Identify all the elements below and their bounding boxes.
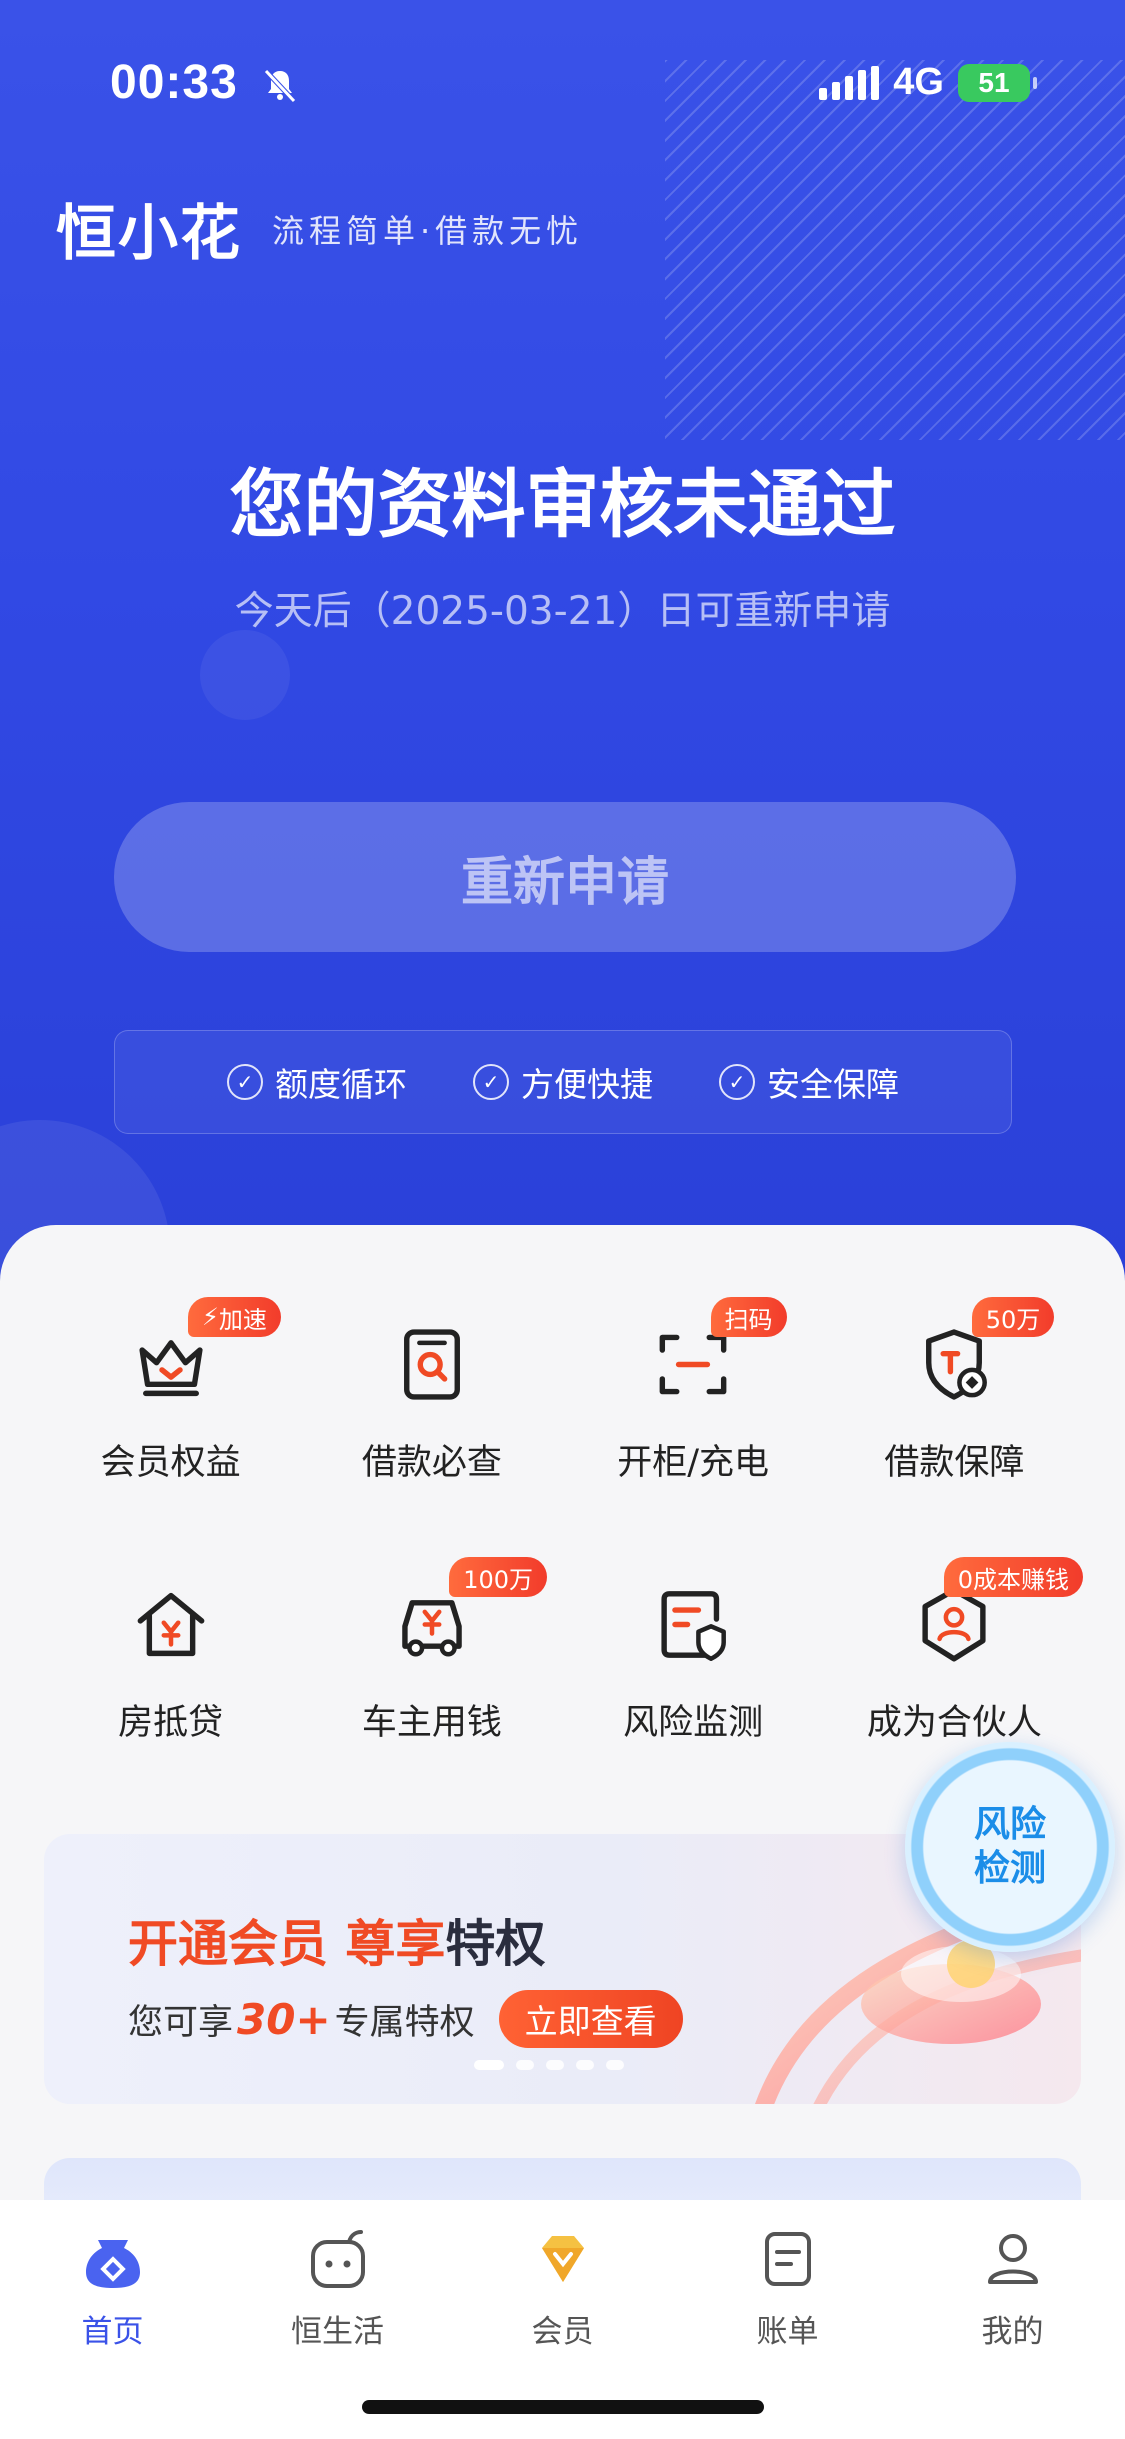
signal-icon <box>819 65 880 100</box>
tab-label: 账单 <box>756 2314 819 2350</box>
review-title: 您的资料审核未通过 <box>229 462 896 548</box>
service-become-partner[interactable]: 成为合伙人 0成本赚钱 <box>824 1545 1085 1745</box>
bell-muted-icon <box>264 69 296 103</box>
service-cabinet-charge[interactable]: 开柜/充电 扫码 <box>563 1285 824 1485</box>
status-right: 4G 51 <box>819 61 1037 104</box>
service-mortgage-loan[interactable]: 房抵贷 <box>40 1545 301 1745</box>
check-circle-icon: ✓ <box>227 1064 263 1100</box>
brand-header: 恒小花 流程简单·借款无忧 <box>56 185 583 272</box>
banner-subtitle: 您可享 30+ 专属特权 立即查看 <box>128 1990 683 2048</box>
risk-check-label: 风险 检测 <box>973 1804 1046 1889</box>
status-time: 00:33 <box>110 56 238 109</box>
feature-label: 额度循环 <box>275 1065 407 1104</box>
feature-item: ✓ 安全保障 <box>719 1058 899 1106</box>
battery-icon: 51 <box>958 63 1037 102</box>
features-bar: ✓ 额度循环 ✓ 方便快捷 ✓ 安全保障 <box>114 1030 1012 1134</box>
check-circle-icon: ✓ <box>473 1064 509 1100</box>
risk-check-float-button[interactable]: 风险 检测 <box>905 1742 1115 1952</box>
check-circle-icon: ✓ <box>719 1064 755 1100</box>
network-type: 4G <box>893 61 944 103</box>
home-icon <box>85 2240 140 2288</box>
feature-label: 方便快捷 <box>521 1065 653 1104</box>
service-label: 借款保障 <box>884 1443 1025 1483</box>
tab-label: 我的 <box>981 2314 1044 2350</box>
decor-circle-small <box>200 630 290 720</box>
service-badge: ⚡ 加速 <box>188 1297 281 1337</box>
services-grid: 会员权益 ⚡ 加速 借款必查 开柜/充电 扫码 借款保障 50万 房抵贷 车主用… <box>40 1285 1085 1745</box>
diamond-icon <box>541 2236 584 2282</box>
carousel-dots <box>474 2060 624 2070</box>
service-badge: 100万 <box>449 1557 548 1597</box>
service-label: 车主用钱 <box>361 1703 502 1743</box>
view-now-button[interactable]: 立即查看 <box>498 1990 683 2048</box>
status-bar: 00:33 4G 51 <box>110 55 1037 115</box>
life-icon <box>310 2230 365 2288</box>
feature-item: ✓ 方便快捷 <box>473 1058 653 1106</box>
banner-title: 开通会员 尊享特权 <box>128 1915 546 1973</box>
house-yuan-icon <box>137 1592 205 1657</box>
reapply-button[interactable]: 重新申请 <box>114 802 1016 952</box>
service-label: 开柜/充电 <box>617 1443 770 1483</box>
feature-item: ✓ 额度循环 <box>227 1058 407 1106</box>
tab-label: 恒生活 <box>291 2314 384 2350</box>
feature-label: 安全保障 <box>767 1065 899 1104</box>
tab-label: 会员 <box>531 2314 594 2350</box>
service-label: 风险监测 <box>623 1703 764 1743</box>
service-label: 房抵贷 <box>118 1703 224 1743</box>
search-document-icon <box>403 1329 460 1400</box>
profile-icon <box>987 2234 1038 2284</box>
app-logo: 恒小花 <box>56 199 242 269</box>
service-risk-monitor[interactable]: 风险监测 <box>563 1545 824 1745</box>
bill-icon <box>764 2232 811 2286</box>
service-label: 借款必查 <box>361 1443 502 1483</box>
app-slogan: 流程简单·借款无忧 <box>272 211 584 250</box>
service-badge: 0成本赚钱 <box>943 1557 1084 1597</box>
service-badge: 50万 <box>971 1297 1055 1337</box>
service-car-owner-loan[interactable]: 车主用钱 100万 <box>301 1545 562 1745</box>
service-label: 会员权益 <box>100 1443 241 1483</box>
tab-home[interactable]: 首页 <box>23 2224 203 2439</box>
service-badge: 扫码 <box>710 1297 787 1337</box>
document-shield-icon <box>661 1591 727 1662</box>
decor-stripes <box>665 60 1125 440</box>
review-subtitle: 今天后（2025-03-21）日可重新申请 <box>234 589 891 634</box>
tab-label: 首页 <box>81 2314 144 2350</box>
service-loan-check[interactable]: 借款必查 <box>301 1285 562 1485</box>
home-indicator <box>362 2400 764 2414</box>
service-loan-protection[interactable]: 借款保障 50万 <box>824 1285 1085 1485</box>
service-label: 成为合伙人 <box>866 1703 1042 1743</box>
service-member-benefits[interactable]: 会员权益 ⚡ 加速 <box>40 1285 301 1485</box>
tab-profile[interactable]: 我的 <box>923 2224 1103 2439</box>
